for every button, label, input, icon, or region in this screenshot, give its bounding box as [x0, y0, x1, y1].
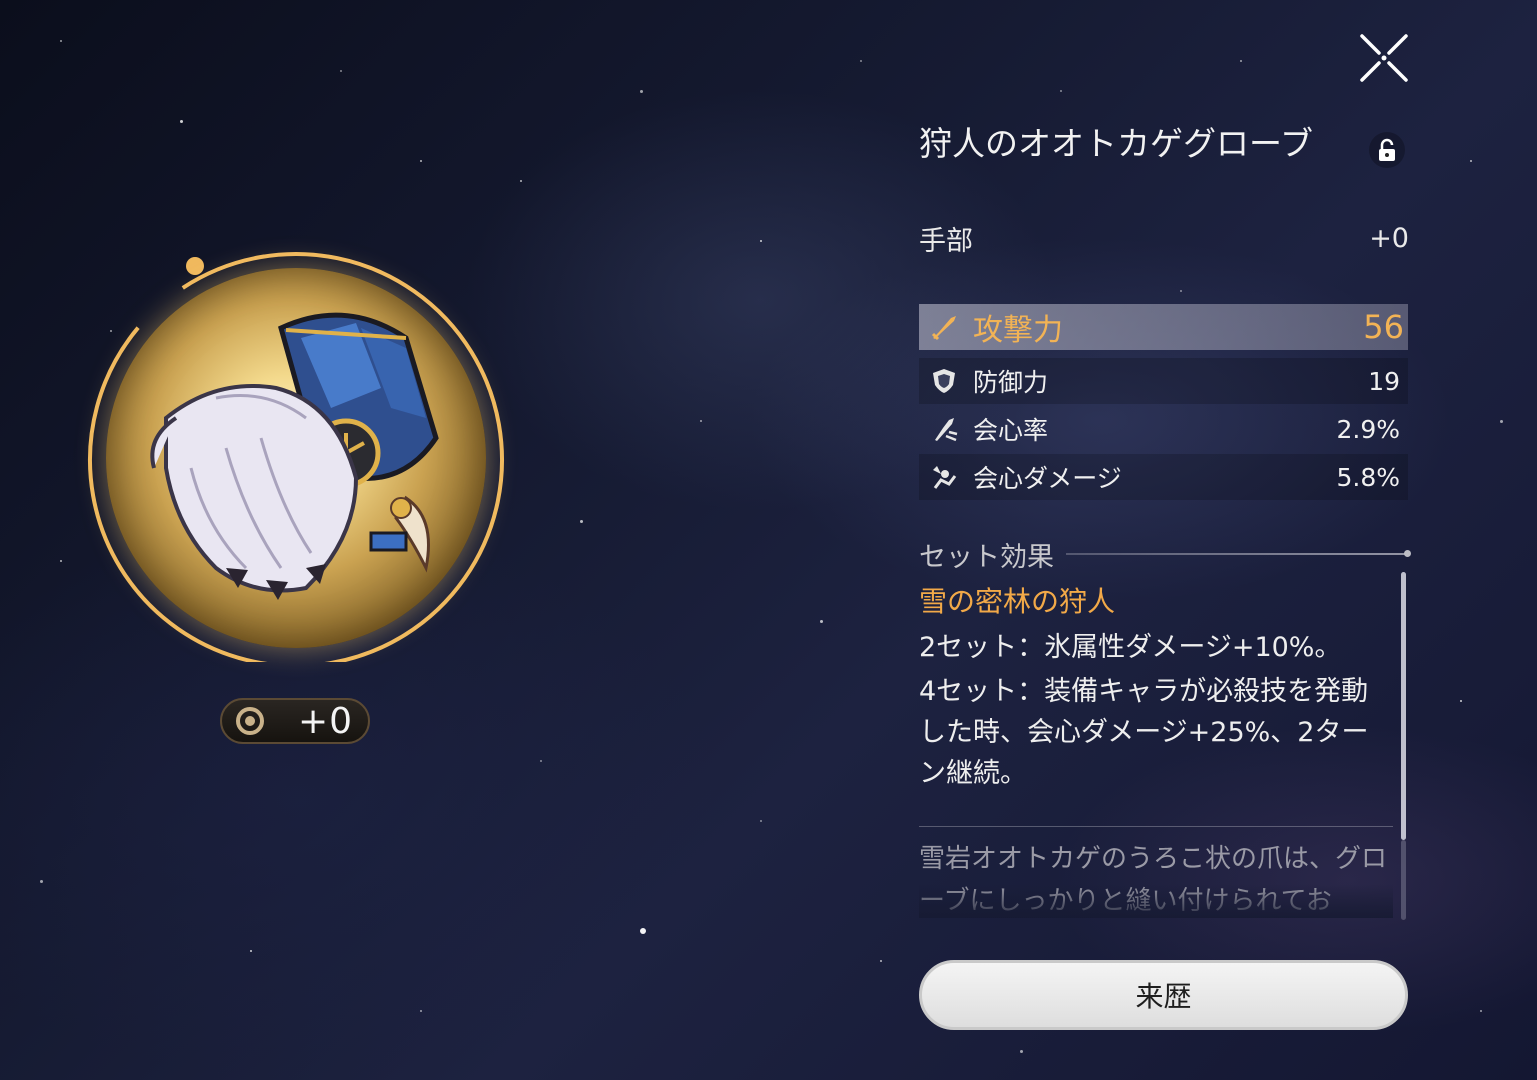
main-stat-row: 攻撃力 56 — [919, 304, 1408, 350]
sub-stat-value: 5.8% — [1336, 462, 1400, 492]
sub-stat-name: 会心率 — [973, 416, 1049, 445]
lore-divider — [919, 826, 1393, 827]
main-stat-name: 攻撃力 — [973, 313, 1063, 348]
set-name: 雪の密林の狩人 — [919, 585, 1116, 618]
set-effect-header-divider — [1066, 550, 1411, 557]
lock-icon — [1379, 138, 1395, 161]
history-button[interactable]: 来歴 — [919, 960, 1408, 1030]
sub-stat-row: 会心ダメージ 5.8% — [919, 454, 1408, 500]
close-button[interactable] — [1356, 30, 1412, 86]
relic-name: 狩人のオオトカゲグローブ — [919, 124, 1314, 163]
main-stat-value: 56 — [1363, 308, 1404, 346]
crit-rate-icon — [935, 418, 958, 442]
description-scrollbar-track[interactable] — [1401, 840, 1406, 920]
set-effect-header-label: セット効果 — [919, 541, 1054, 573]
lore-text: 雪岩オオトカゲのうろこ状の爪は、グローブにしっかりと縫い付けられてお — [919, 838, 1393, 918]
set-effect-header: セット効果 — [919, 534, 1411, 574]
defense-icon — [933, 369, 955, 393]
relic-level: +0 — [1369, 222, 1409, 254]
sub-stat-value: 2.9% — [1336, 414, 1400, 444]
relic-slot: 手部 — [919, 225, 973, 257]
relic-glove-image — [150, 312, 439, 600]
sub-stat-row: 防御力 19 — [919, 358, 1408, 404]
level-ring-icon — [236, 707, 264, 735]
sub-stat-value: 19 — [1368, 366, 1400, 396]
relic-slot-row: 手部 +0 — [919, 218, 1409, 258]
sub-stat-name: 防御力 — [973, 368, 1049, 397]
relic-level-badge: +0 — [220, 698, 370, 744]
set-effect-2pc: 2セット：氷属性ダメージ+10%。 — [919, 632, 1342, 663]
lock-button[interactable] — [1369, 132, 1405, 168]
crit-damage-icon — [933, 466, 957, 489]
close-icon — [1360, 34, 1408, 82]
relic-level-badge-value: +0 — [298, 700, 354, 742]
sub-stat-name: 会心ダメージ — [973, 464, 1122, 493]
attack-icon — [931, 316, 956, 341]
lore-text-content: 雪岩オオトカゲのうろこ状の爪は、グローブにしっかりと縫い付けられてお — [919, 844, 1388, 916]
set-effect-4pc: 4セット：装備キャラが必殺技を発動した時、会心ダメージ+25%、2ターン継続。 — [919, 676, 1369, 789]
sub-stat-row: 会心率 2.9% — [919, 406, 1408, 452]
description-scrollbar-thumb[interactable] — [1401, 572, 1406, 840]
